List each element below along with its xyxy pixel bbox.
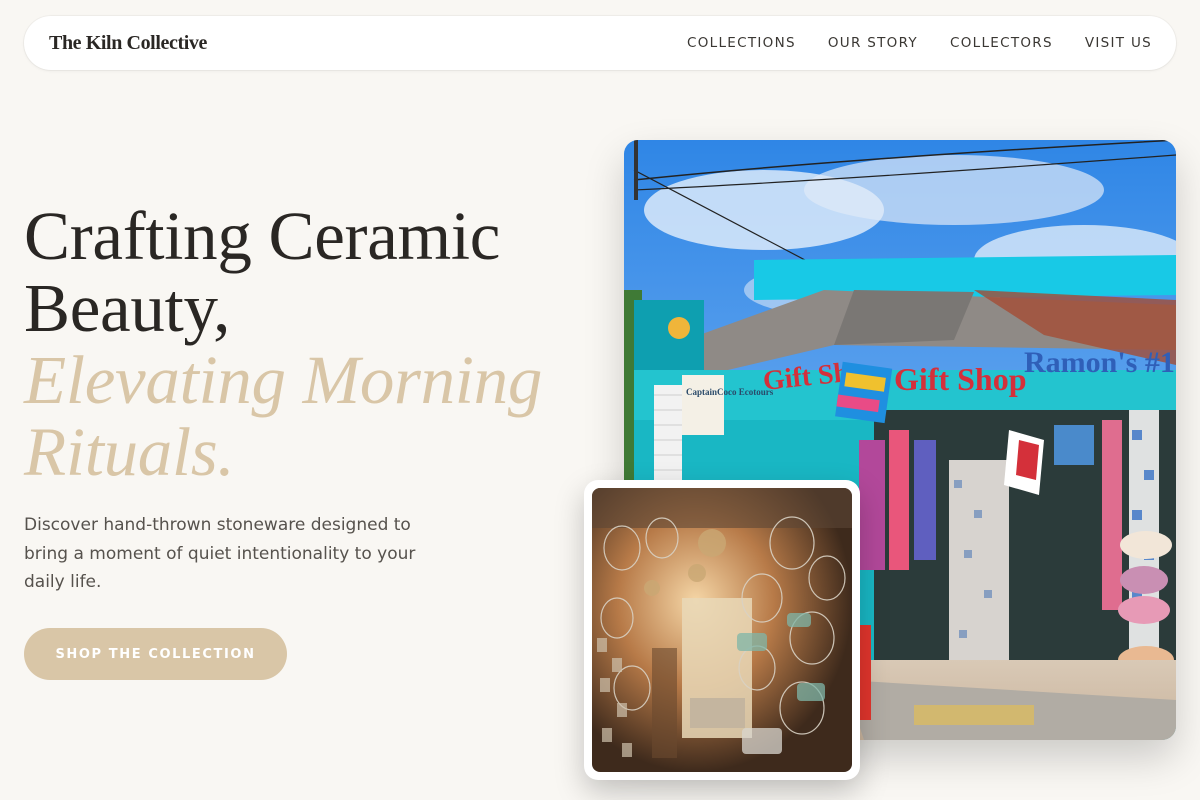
brand-logo[interactable]: The Kiln Collective [49, 32, 207, 55]
hero-title: Crafting Ceramic Beauty, Elevating Morni… [24, 200, 604, 488]
hero-title-line-2: Beauty, [24, 270, 231, 346]
page: The Kiln Collective COLLECTIONS OUR STOR… [0, 0, 1200, 800]
hero-title-accent-line-1: Elevating Morning [24, 342, 543, 418]
lantern-shop-image [584, 480, 860, 780]
hero-title-line-1: Crafting Ceramic [24, 198, 501, 274]
ramon-sign: Ramon's #1 [1024, 346, 1175, 379]
nav-link-collections[interactable]: COLLECTIONS [687, 35, 796, 51]
top-nav: The Kiln Collective COLLECTIONS OUR STOR… [24, 16, 1176, 70]
captain-coco-sign: CaptainCoco Ecotours [686, 387, 774, 397]
nav-link-visit-us[interactable]: VISIT US [1085, 35, 1152, 51]
shop-collection-button[interactable]: SHOP THE COLLECTION [24, 628, 287, 680]
lantern-shop-image-frame [592, 488, 852, 772]
nav-link-our-story[interactable]: OUR STORY [828, 35, 918, 51]
nav-links: COLLECTIONS OUR STORY COLLECTORS VISIT U… [687, 35, 1152, 51]
lantern-shop-illustration [592, 488, 852, 772]
nav-link-collectors[interactable]: COLLECTORS [950, 35, 1053, 51]
hero-title-accent-line-2: Rituals. [24, 414, 235, 490]
gift-shop-sign: Gift Shop [894, 361, 1026, 397]
hero-description: Discover hand-thrown stoneware designed … [24, 515, 416, 592]
